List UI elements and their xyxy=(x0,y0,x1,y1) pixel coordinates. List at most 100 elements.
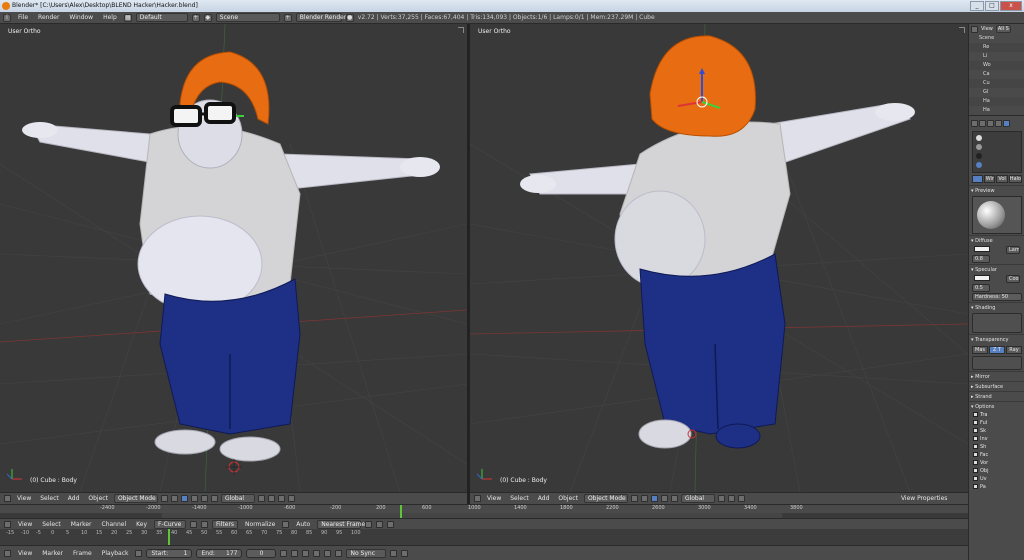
scene-tab-icon[interactable] xyxy=(979,120,986,127)
diffuse-color-swatch[interactable] xyxy=(974,246,990,252)
outliner-item-world[interactable]: Wo xyxy=(969,61,1024,70)
filters-button[interactable]: Filters xyxy=(212,519,239,529)
jump-end-icon[interactable] xyxy=(335,549,343,557)
copy-keys-icon[interactable] xyxy=(376,520,384,528)
next-key-icon[interactable] xyxy=(324,549,332,557)
character-model-back[interactable] xyxy=(520,35,915,449)
area-split-handle-icon-right[interactable] xyxy=(959,27,965,33)
view-properties-toggle[interactable]: View Properties xyxy=(898,495,950,502)
layers-icon-2[interactable] xyxy=(267,495,275,502)
normalize-toggle[interactable]: Normalize xyxy=(242,521,278,528)
tl-menu-view[interactable]: View xyxy=(15,550,35,557)
tl-menu-frame[interactable]: Frame xyxy=(70,550,95,557)
shading-settings[interactable] xyxy=(972,313,1022,333)
jump-start-icon[interactable] xyxy=(280,549,288,557)
editor-type-icon-3d[interactable] xyxy=(4,495,11,502)
subsurface-panel-header[interactable]: Subsurface xyxy=(969,381,1024,391)
editor-type-icon-timeline[interactable] xyxy=(4,549,11,557)
timeline-ruler[interactable]: -2400 -2000 -1400 -1000 -600 -200 200 600 1000 14… xyxy=(0,504,968,518)
layers-icon[interactable] xyxy=(257,495,265,502)
strand-panel-header[interactable]: Strand xyxy=(969,391,1024,401)
outliner-item-hair-2[interactable]: Ha xyxy=(969,106,1024,115)
maximize-button[interactable]: □ xyxy=(985,1,999,11)
timeline-playhead[interactable] xyxy=(400,505,402,518)
play-reverse-icon[interactable] xyxy=(302,549,310,557)
graph-menu-view[interactable]: View xyxy=(15,521,35,528)
editor-type-icon[interactable]: i xyxy=(3,13,11,22)
outliner[interactable]: View All S Scene Re Li Wo Ca Cu Gl Ha Ha xyxy=(969,24,1024,116)
halo-tab[interactable]: Halo xyxy=(1008,175,1022,183)
checkbox-icon[interactable] xyxy=(973,428,978,433)
checkbox-icon[interactable] xyxy=(973,420,978,425)
option-checkbox-row[interactable]: Tra xyxy=(969,411,1024,419)
option-checkbox-row[interactable]: Pa xyxy=(969,483,1024,491)
manipulator-icon-right[interactable] xyxy=(650,495,658,502)
play-icon[interactable] xyxy=(313,549,321,557)
specular-shader-dropdown[interactable]: Cook xyxy=(1006,275,1020,283)
render-icon-right[interactable] xyxy=(737,495,745,502)
layers-icon-right[interactable] xyxy=(717,495,725,502)
start-frame-field[interactable]: Start: 1 xyxy=(146,548,193,558)
outliner-item-lamp[interactable]: Li xyxy=(969,52,1024,61)
graph-menu-select[interactable]: Select xyxy=(39,521,64,528)
layout-dropdown[interactable]: Default xyxy=(135,13,188,22)
properties-editor[interactable]: Wir Vol Halo Preview Diffuse Lam 0.8 Spe… xyxy=(969,118,1024,560)
outliner-item-scene[interactable]: Scene xyxy=(969,34,1024,43)
checkbox-icon[interactable] xyxy=(973,412,978,417)
add-layout-icon[interactable]: + xyxy=(191,13,200,22)
manipulator-icon[interactable] xyxy=(180,495,188,502)
auto-snap-icon[interactable] xyxy=(282,520,290,528)
menu-object[interactable]: Object xyxy=(85,495,111,502)
mode-dropdown[interactable]: Object Mode xyxy=(113,494,158,503)
outliner-item-renderlayers[interactable]: Re xyxy=(969,43,1024,52)
pivot-icon-right[interactable] xyxy=(640,495,648,502)
menu-help[interactable]: Help xyxy=(100,14,120,21)
render-engine-dropdown[interactable]: Blender Render xyxy=(295,13,346,22)
snap-dropdown[interactable]: Nearest Frame xyxy=(317,519,365,529)
graph-menu-key[interactable]: Key xyxy=(133,521,150,528)
hardness-field[interactable]: Hardness: 50 xyxy=(972,293,1022,301)
menu-view[interactable]: View xyxy=(14,495,34,502)
graph-menu-marker[interactable]: Marker xyxy=(68,521,95,528)
outliner-item-hair[interactable]: Ha xyxy=(969,97,1024,106)
editor-type-icon-graph[interactable] xyxy=(4,520,11,528)
end-frame-field[interactable]: End: 177 xyxy=(196,548,243,558)
render-icon[interactable] xyxy=(287,495,295,502)
wire-tab[interactable]: Wir xyxy=(984,175,996,183)
menu-window[interactable]: Window xyxy=(66,14,96,21)
snap-icon-right[interactable] xyxy=(727,495,735,502)
option-checkbox-row[interactable]: Vor xyxy=(969,459,1024,467)
ghost-icon[interactable] xyxy=(201,520,209,528)
option-checkbox-row[interactable]: Obj xyxy=(969,467,1024,475)
keying-icon[interactable] xyxy=(390,549,398,557)
graph-menu-channel[interactable]: Channel xyxy=(99,521,130,528)
scale-icon[interactable] xyxy=(210,495,218,502)
transparency-settings[interactable] xyxy=(972,356,1022,370)
paste-keys-icon[interactable] xyxy=(387,520,395,528)
preview-panel-header[interactable]: Preview xyxy=(969,185,1024,195)
pivot-graph-icon[interactable] xyxy=(365,520,373,528)
outliner-item-glasses[interactable]: Gl xyxy=(969,88,1024,97)
specular-intensity-field[interactable]: 0.5 xyxy=(972,284,990,292)
mirror-panel-header[interactable]: Mirror xyxy=(969,371,1024,381)
option-checkbox-row[interactable]: Uv xyxy=(969,475,1024,483)
render-tab-icon[interactable] xyxy=(971,120,978,127)
shading-icon[interactable] xyxy=(160,495,168,502)
diffuse-shader-dropdown[interactable]: Lam xyxy=(1006,246,1020,254)
menu-add-right[interactable]: Add xyxy=(535,495,553,502)
shading-icon-right[interactable] xyxy=(630,495,638,502)
mode-dropdown-right[interactable]: Object Mode xyxy=(583,494,628,503)
only-selected-icon[interactable] xyxy=(190,520,198,528)
rotate-icon-right[interactable] xyxy=(670,495,678,502)
sync-dropdown[interactable]: No Sync xyxy=(346,548,387,558)
translate-icon-right[interactable] xyxy=(660,495,668,502)
raytrace-tab[interactable]: Ray xyxy=(1006,346,1022,354)
surface-tab[interactable] xyxy=(972,175,984,183)
area-split-handle-icon[interactable] xyxy=(458,27,464,33)
snap-icon[interactable] xyxy=(277,495,285,502)
outliner-editor-icon[interactable] xyxy=(971,25,978,33)
orientation-dropdown[interactable]: Global xyxy=(220,494,255,503)
minimize-button[interactable]: _ xyxy=(970,1,984,11)
orientation-dropdown-right[interactable]: Global xyxy=(680,494,715,503)
graph-playhead[interactable] xyxy=(168,529,170,545)
